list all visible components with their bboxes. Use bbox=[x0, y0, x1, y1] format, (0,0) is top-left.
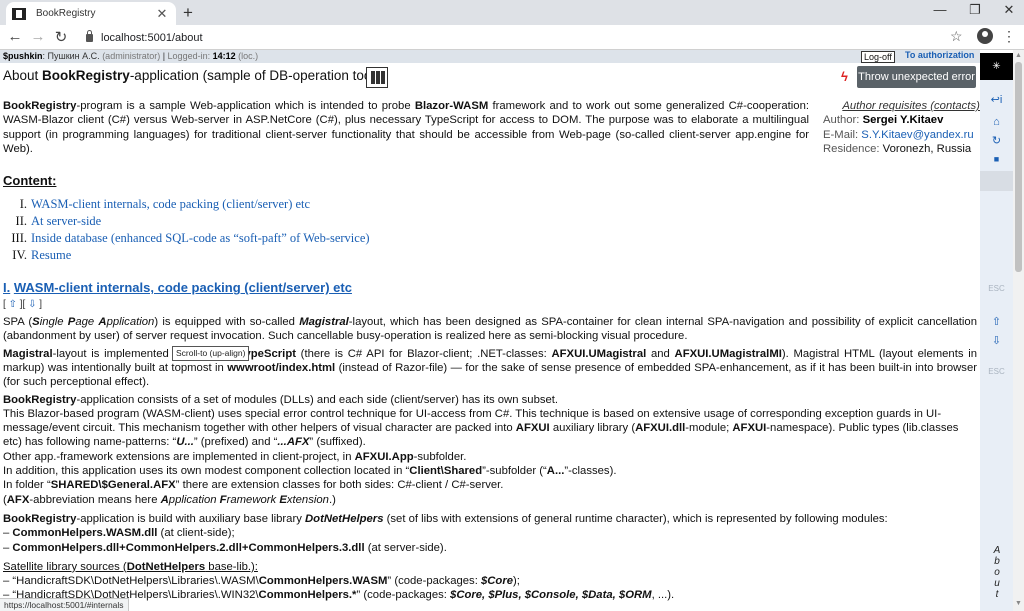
scroll-up-arrow-icon[interactable]: ▲ bbox=[1015, 52, 1022, 59]
profile-avatar-icon[interactable] bbox=[977, 28, 993, 44]
address-bar[interactable]: localhost:5001/about bbox=[80, 28, 965, 47]
section-nav: [ ⇧ ][ ⇩ ] bbox=[3, 298, 43, 310]
toc-link-wasm-client[interactable]: WASM-client internals, code packing (cli… bbox=[31, 196, 310, 213]
address-toolbar: ← → ↻ localhost:5001/about ☆ ⋮ bbox=[0, 25, 1024, 50]
back-button[interactable]: ← bbox=[5, 28, 25, 45]
esc-label-1[interactable]: ESC bbox=[980, 284, 1013, 293]
dotnethelpers-paragraph: BookRegistry-application is build with a… bbox=[3, 512, 888, 554]
logged-in-time: 14:12 bbox=[212, 51, 236, 61]
square-icon[interactable]: ■ bbox=[980, 154, 1013, 164]
logoff-button[interactable]: Log-off bbox=[861, 51, 895, 63]
url-text: localhost:5001/about bbox=[101, 31, 203, 44]
scroll-to-tooltip: Scroll-to (up-align) bbox=[172, 346, 250, 361]
tab-title: BookRegistry bbox=[36, 8, 96, 19]
toc-item: I. WASM-client internals, code packing (c… bbox=[19, 196, 311, 213]
magistral-paragraph: Magistral-layout is implemented with hel… bbox=[3, 347, 977, 389]
esc-label-2[interactable]: ESC bbox=[980, 367, 1013, 376]
page-title: About BookRegistry-application (sample o… bbox=[3, 68, 379, 83]
user-login: $pushkin bbox=[3, 51, 43, 61]
toc-item: III. Inside database (enhanced SQL-code a… bbox=[11, 230, 370, 247]
user-name: Пушкин А.С. bbox=[47, 51, 100, 61]
main-content: BookRegistry-program is a sample Web-app… bbox=[3, 99, 983, 603]
scroll-down-icon[interactable]: ⇩ bbox=[28, 299, 36, 310]
lock-icon bbox=[86, 29, 93, 42]
logged-in-loc: (loc.) bbox=[238, 51, 259, 61]
reload-button[interactable]: ↻ bbox=[51, 28, 71, 46]
toc-item: II. At server-side bbox=[15, 213, 102, 230]
scroll-down-arrow-icon[interactable]: ▼ bbox=[1015, 600, 1022, 607]
page-scrollbar[interactable]: ▲ ▼ bbox=[1013, 50, 1024, 611]
table-of-contents: I. WASM-client internals, code packing (c… bbox=[3, 196, 977, 264]
about-vertical-label[interactable]: About bbox=[991, 545, 1003, 600]
forward-button[interactable]: → bbox=[28, 28, 48, 45]
to-authorization-link[interactable]: To authorization bbox=[905, 50, 974, 60]
logged-in-label: Logged-in: bbox=[167, 51, 211, 61]
book-favicon-icon bbox=[12, 7, 26, 20]
author-requisites: Author requisites (contacts): Author: Se… bbox=[823, 100, 983, 155]
lightning-icon: ϟ bbox=[841, 69, 848, 84]
side-panel: ✳ ↩i ⌂ ↻ ■ ESC ⇧ ⇩ ESC About bbox=[980, 53, 1013, 611]
panel-up-arrow-icon[interactable]: ⇧ bbox=[980, 315, 1013, 328]
satellite-paragraph: Satellite library sources (DotNetHelpers… bbox=[3, 560, 675, 602]
residence: Voronezh, Russia bbox=[882, 142, 972, 155]
tab-close-icon[interactable]: ✕ bbox=[154, 6, 170, 22]
toc-link-database[interactable]: Inside database (enhanced SQL-code as “s… bbox=[31, 230, 370, 247]
spa-paragraph: SPA (Single Page Application) is equippe… bbox=[3, 316, 977, 343]
language-icon[interactable]: ↩i bbox=[980, 93, 1013, 106]
restore-button[interactable]: ❐ bbox=[960, 2, 990, 18]
scroll-up-icon[interactable]: ⇧ bbox=[9, 299, 17, 310]
user-role: (administrator) bbox=[102, 51, 161, 61]
browser-tab[interactable]: BookRegistry ✕ bbox=[6, 2, 176, 25]
home-icon[interactable]: ⌂ bbox=[980, 116, 1013, 128]
modules-paragraph: BookRegistry-application consists of a s… bbox=[3, 393, 959, 506]
author-heading: Author requisites (contacts): bbox=[842, 100, 983, 112]
browser-tab-strip: BookRegistry ✕ + — ❐ ✕ bbox=[0, 0, 1024, 25]
toc-item: IV. Resume bbox=[12, 247, 72, 264]
bookmark-star-icon[interactable]: ☆ bbox=[950, 28, 963, 45]
throw-error-button[interactable]: Throw unexpected error bbox=[857, 66, 976, 88]
page-viewport: $pushkin: Пушкин А.С. (administrator) | … bbox=[0, 50, 1013, 611]
sidepanel-selected-slot[interactable] bbox=[980, 171, 1013, 191]
refresh-icon[interactable]: ↻ bbox=[980, 134, 1013, 147]
scroll-thumb[interactable] bbox=[1015, 62, 1022, 272]
sidepanel-top-icon[interactable]: ✳ bbox=[980, 53, 1013, 80]
new-tab-button[interactable]: + bbox=[183, 3, 193, 23]
section-heading-wasm-client[interactable]: I. WASM-client internals, code packing (… bbox=[3, 281, 977, 295]
book-view-toggle-icon[interactable] bbox=[366, 67, 388, 88]
author-name: Sergei Y.Kitaev bbox=[862, 114, 944, 127]
intro-paragraph: BookRegistry-program is a sample Web-app… bbox=[3, 100, 810, 155]
contents-heading: Content: bbox=[3, 173, 57, 189]
minimize-button[interactable]: — bbox=[925, 2, 955, 17]
browser-menu-icon[interactable]: ⋮ bbox=[1002, 28, 1016, 45]
toc-link-resume[interactable]: Resume bbox=[31, 247, 71, 264]
email-link[interactable]: S.Y.Kitaev@yandex.ru bbox=[861, 129, 973, 141]
toc-link-server-side[interactable]: At server-side bbox=[31, 213, 101, 230]
panel-down-arrow-icon[interactable]: ⇩ bbox=[980, 334, 1013, 347]
status-url-bar: https://localhost:5001/#internals bbox=[0, 598, 129, 611]
window-close-button[interactable]: ✕ bbox=[994, 2, 1024, 18]
user-status-bar: $pushkin: Пушкин А.С. (administrator) | … bbox=[0, 50, 980, 63]
